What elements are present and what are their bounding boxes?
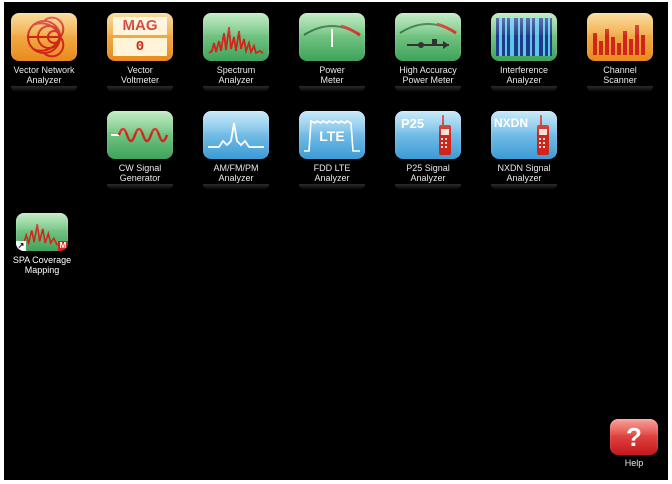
lte-icon: LTE	[299, 111, 365, 159]
spectrum-icon	[203, 13, 269, 61]
p25-signal-analyzer-app[interactable]: P25 P25 Signal Analyzer	[384, 111, 472, 190]
icon-reflection	[491, 184, 557, 190]
spectrum-shortcut-icon: ↗ M	[16, 213, 68, 251]
icon-reflection	[203, 86, 269, 92]
power-meter-app[interactable]: Power Meter	[288, 13, 376, 92]
high-accuracy-power-meter-app[interactable]: High Accuracy Power Meter	[384, 13, 472, 92]
nxdn-signal-analyzer-app[interactable]: NXDN NXDN Signal Analyzer	[480, 111, 568, 190]
app-label: NXDN Signal Analyzer	[497, 163, 551, 183]
interference-analyzer-app[interactable]: Interference Analyzer	[480, 13, 568, 92]
smith-chart-icon	[11, 13, 77, 61]
app-label: Interference Analyzer	[499, 65, 549, 85]
p25-radio-icon: P25	[395, 111, 461, 159]
am-fm-pm-analyzer-app[interactable]: AM/FM/PM Analyzer	[192, 111, 280, 190]
app-label: CW Signal Generator	[118, 163, 162, 183]
icon-reflection	[299, 184, 365, 190]
icon-reflection	[203, 184, 269, 190]
vector-network-analyzer-app[interactable]: Vector Network Analyzer	[4, 13, 88, 92]
mag-text: MAG	[113, 17, 167, 35]
spa-coverage-mapping-shortcut[interactable]: ↗ M SPA Coverage Mapping	[4, 213, 86, 275]
cw-signal-generator-app[interactable]: CW Signal Generator	[96, 111, 184, 190]
vector-voltmeter-app[interactable]: MAG 0 Vector Voltmeter	[96, 13, 184, 92]
icon-reflection	[587, 86, 653, 92]
icon-reflection	[11, 86, 77, 92]
power-gauge-icon	[299, 13, 365, 61]
mag-readout-icon: MAG 0	[107, 13, 173, 61]
app-label: Vector Network Analyzer	[13, 65, 75, 85]
spectrum-analyzer-app[interactable]: Spectrum Analyzer	[192, 13, 280, 92]
sine-wave-icon	[107, 111, 173, 159]
icon-reflection	[107, 184, 173, 190]
spectrogram-icon	[491, 13, 557, 61]
nxdn-radio-icon: NXDN	[491, 111, 557, 159]
app-label: FDD LTE Analyzer	[313, 163, 351, 183]
lte-text: LTE	[319, 128, 345, 144]
mag-value: 0	[113, 38, 167, 56]
icon-reflection	[491, 86, 557, 92]
icon-reflection	[395, 184, 461, 190]
app-label: Spectrum Analyzer	[216, 65, 256, 85]
app-label: Vector Voltmeter	[120, 65, 160, 85]
app-label: Channel Scanner	[603, 65, 637, 85]
usb-power-sensor-icon	[395, 13, 461, 61]
help-label: Help	[624, 458, 644, 468]
icon-reflection	[395, 86, 461, 92]
app-label: SPA Coverage Mapping	[12, 255, 72, 275]
app-label: P25 Signal Analyzer	[406, 163, 450, 183]
modulation-icon	[203, 111, 269, 159]
help-symbol: ?	[626, 422, 642, 452]
channel-bars-icon	[587, 13, 653, 61]
shortcut-arrow-icon: ↗	[16, 241, 26, 251]
app-label: High Accuracy Power Meter	[399, 65, 457, 85]
icon-reflection	[299, 86, 365, 92]
shortcut-badge: M	[58, 241, 68, 251]
app-label: AM/FM/PM Analyzer	[213, 163, 259, 183]
icon-reflection	[107, 86, 173, 92]
help-icon: ?	[610, 419, 658, 455]
fdd-lte-analyzer-app[interactable]: LTE FDD LTE Analyzer	[288, 111, 376, 190]
channel-scanner-app[interactable]: Channel Scanner	[576, 13, 664, 92]
help-button[interactable]: ? Help	[608, 419, 660, 468]
app-launcher-screen: Vector Network Analyzer MAG 0 Vector Vol…	[4, 2, 668, 480]
app-label: Power Meter	[319, 65, 345, 85]
